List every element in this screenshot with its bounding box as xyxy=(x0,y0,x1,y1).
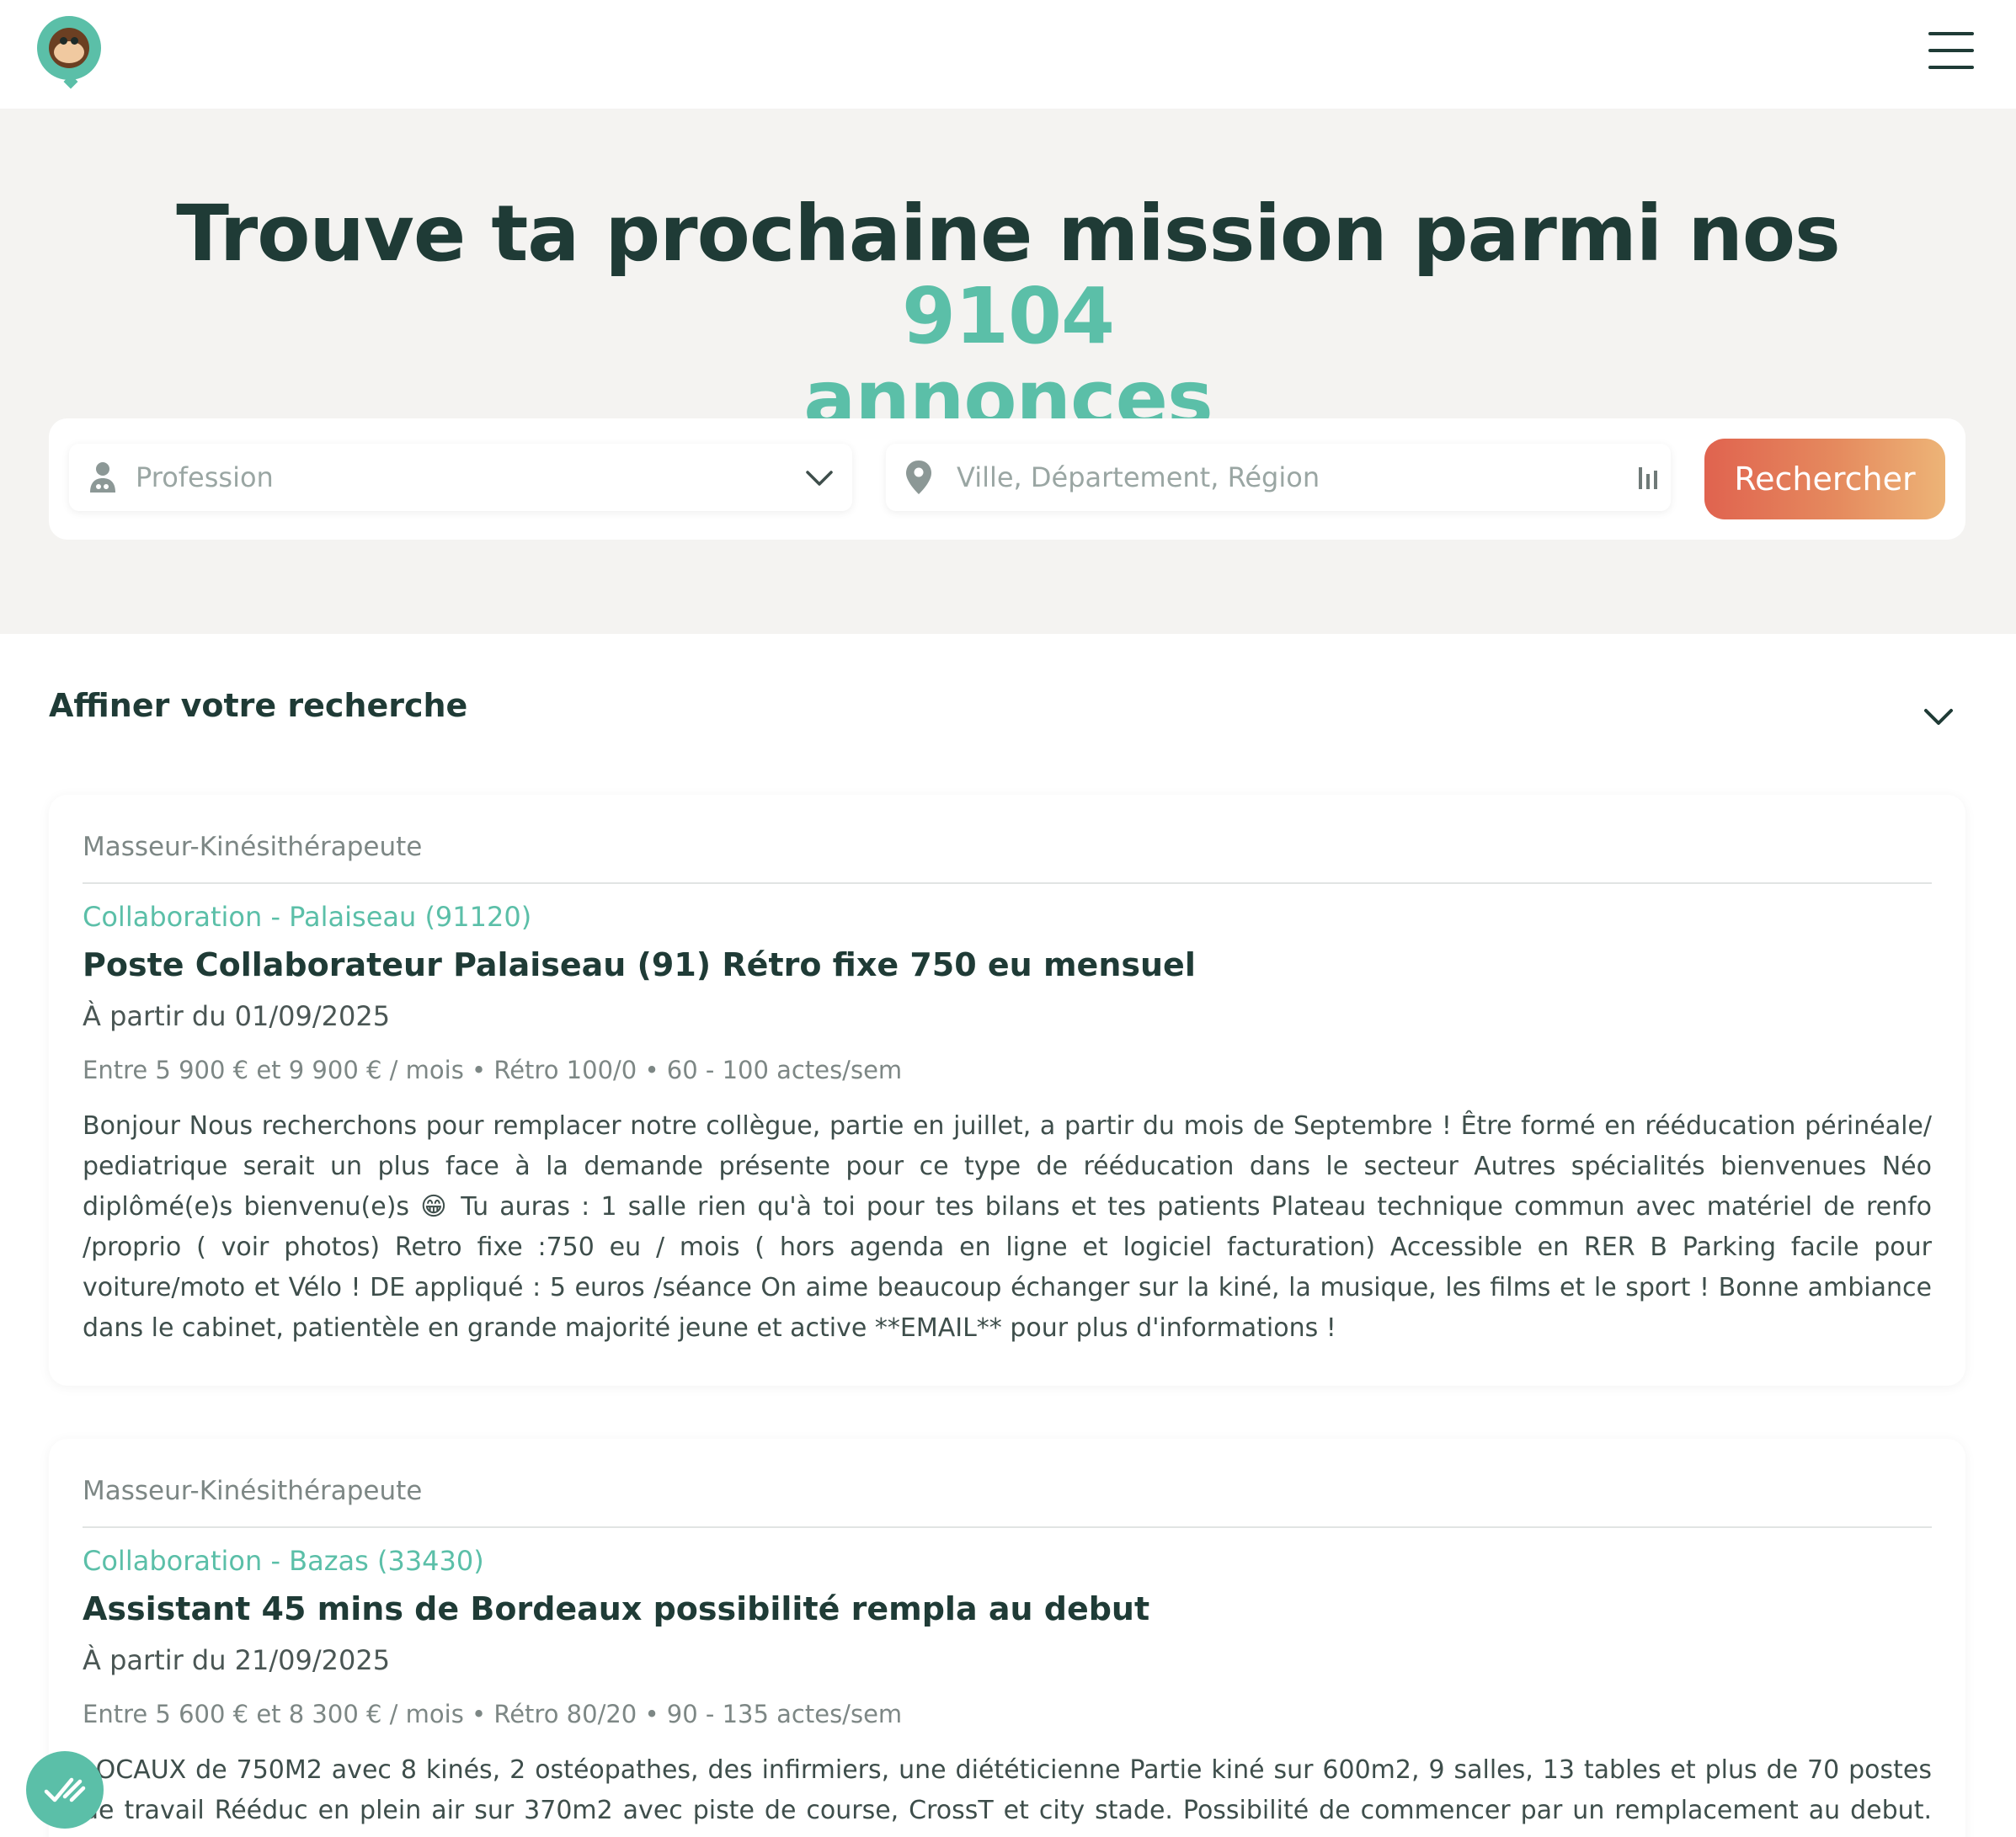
listing-card[interactable]: Masseur-Kinésithérapeute Collaboration -… xyxy=(49,1439,1965,1837)
title-prefix: Trouve ta prochaine mission parmi nos xyxy=(176,189,1841,279)
search-bar: Profession Ville, Département, Région Re… xyxy=(49,418,1965,540)
filter-bars-icon[interactable] xyxy=(1637,466,1659,491)
monkey-logo-icon[interactable] xyxy=(37,16,101,89)
listing-type-location: Collaboration - Bazas (33430) xyxy=(83,1545,484,1577)
listing-profession: Masseur-Kinésithérapeute xyxy=(83,1476,423,1506)
chevron-down-icon xyxy=(806,471,833,486)
refine-search-toggle[interactable]: Affiner votre recherche xyxy=(49,687,467,724)
listing-card[interactable]: Masseur-Kinésithérapeute Collaboration -… xyxy=(49,795,1965,1386)
search-button[interactable]: Rechercher xyxy=(1704,439,1945,519)
listing-meta: Entre 5 900 € et 9 900 € / mois • Rétro … xyxy=(83,1056,903,1084)
listing-title[interactable]: Assistant 45 mins de Bordeaux possibilit… xyxy=(83,1590,1149,1627)
listing-meta: Entre 5 600 € et 8 300 € / mois • Rétro … xyxy=(83,1700,903,1728)
listing-description: Bonjour Nous recherchons pour remplacer … xyxy=(83,1111,1932,1343)
listing-description: LOCAUX de 750M2 avec 8 kinés, 2 ostéopat… xyxy=(83,1755,1932,1837)
listing-type-location: Collaboration - Palaiseau (91120) xyxy=(83,901,532,933)
hero-section: Trouve ta prochaine mission parmi nos 91… xyxy=(0,109,2016,634)
doctor-icon xyxy=(90,462,115,493)
listing-profession: Masseur-Kinésithérapeute xyxy=(83,832,423,862)
location-input[interactable]: Ville, Département, Région xyxy=(886,444,1671,511)
top-navbar xyxy=(0,0,2016,109)
checklist-fab-button[interactable] xyxy=(26,1751,104,1829)
profession-placeholder: Profession xyxy=(136,461,274,493)
location-placeholder: Ville, Département, Région xyxy=(957,461,1320,493)
divider xyxy=(83,882,1932,884)
hamburger-menu-icon[interactable] xyxy=(1928,32,1974,69)
checklist-icon xyxy=(44,1777,86,1802)
page-title: Trouve ta prochaine mission parmi nos 91… xyxy=(101,193,1915,440)
listing-start-date: À partir du 21/09/2025 xyxy=(83,1644,391,1676)
listing-start-date: À partir du 01/09/2025 xyxy=(83,1000,391,1032)
divider xyxy=(83,1526,1932,1528)
listing-title[interactable]: Poste Collaborateur Palaiseau (91) Rétro… xyxy=(83,946,1196,983)
listing-count: 9104 xyxy=(901,271,1115,361)
profession-select[interactable]: Profession xyxy=(69,444,852,511)
map-pin-icon xyxy=(906,461,931,494)
chevron-down-icon[interactable] xyxy=(1922,704,1955,729)
